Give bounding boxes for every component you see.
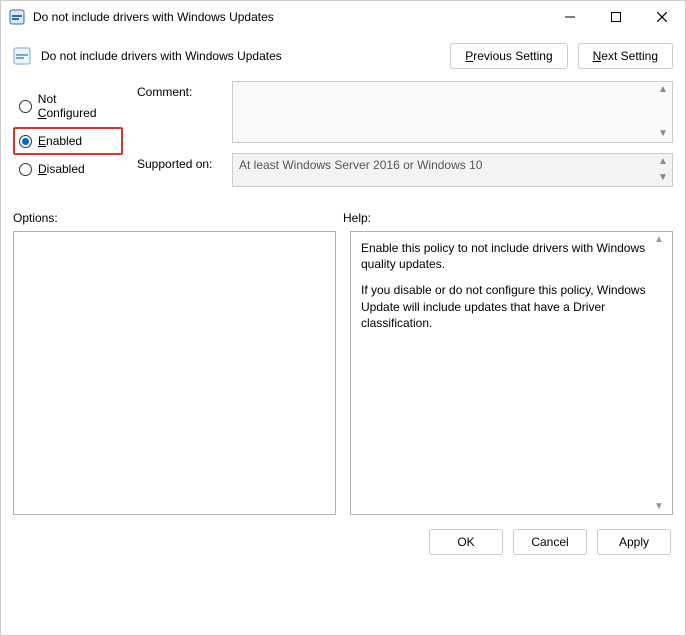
ok-button[interactable]: OK xyxy=(429,529,503,555)
radio-label: Not Configured xyxy=(38,92,117,120)
help-text: Enable this policy to not include driver… xyxy=(361,240,662,272)
radio-not-configured[interactable]: Not Configured xyxy=(13,85,123,127)
scrollbar[interactable]: ▲▼ xyxy=(654,233,671,513)
policy-icon xyxy=(13,47,31,65)
cancel-button[interactable]: Cancel xyxy=(513,529,587,555)
options-label: Options: xyxy=(13,211,343,225)
window-controls xyxy=(547,1,685,33)
maximize-button[interactable] xyxy=(593,1,639,33)
previous-setting-button[interactable]: Previous Setting xyxy=(450,43,567,69)
radio-icon xyxy=(19,163,32,176)
minimize-button[interactable] xyxy=(547,1,593,33)
supported-on-value: At least Windows Server 2016 or Windows … xyxy=(232,153,673,187)
apply-button[interactable]: Apply xyxy=(597,529,671,555)
scrollbar[interactable]: ▲▼ xyxy=(656,156,670,184)
state-radio-group: Not Configured Enabled Disabled xyxy=(13,81,123,197)
radio-icon xyxy=(19,135,32,148)
subheader: Do not include drivers with Windows Upda… xyxy=(1,33,685,73)
subheader-title: Do not include drivers with Windows Upda… xyxy=(41,49,440,63)
next-setting-button[interactable]: Next Setting xyxy=(578,43,673,69)
dialog-footer: OK Cancel Apply xyxy=(1,515,685,555)
policy-icon xyxy=(9,9,25,25)
radio-disabled[interactable]: Disabled xyxy=(13,155,123,183)
help-text: If you disable or do not configure this … xyxy=(361,282,662,331)
comment-label: Comment: xyxy=(137,81,222,143)
titlebar: Do not include drivers with Windows Upda… xyxy=(1,1,685,33)
scrollbar[interactable]: ▲▼ xyxy=(656,84,670,140)
radio-enabled[interactable]: Enabled xyxy=(13,127,123,155)
radio-label: Enabled xyxy=(38,134,82,148)
supported-on-label: Supported on: xyxy=(137,153,222,187)
help-label: Help: xyxy=(343,211,673,225)
help-panel: Enable this policy to not include driver… xyxy=(350,231,673,515)
close-button[interactable] xyxy=(639,1,685,33)
radio-icon xyxy=(19,100,32,113)
radio-label: Disabled xyxy=(38,162,85,176)
window-title: Do not include drivers with Windows Upda… xyxy=(33,10,547,24)
options-panel xyxy=(13,231,336,515)
comment-input[interactable]: ▲▼ xyxy=(232,81,673,143)
